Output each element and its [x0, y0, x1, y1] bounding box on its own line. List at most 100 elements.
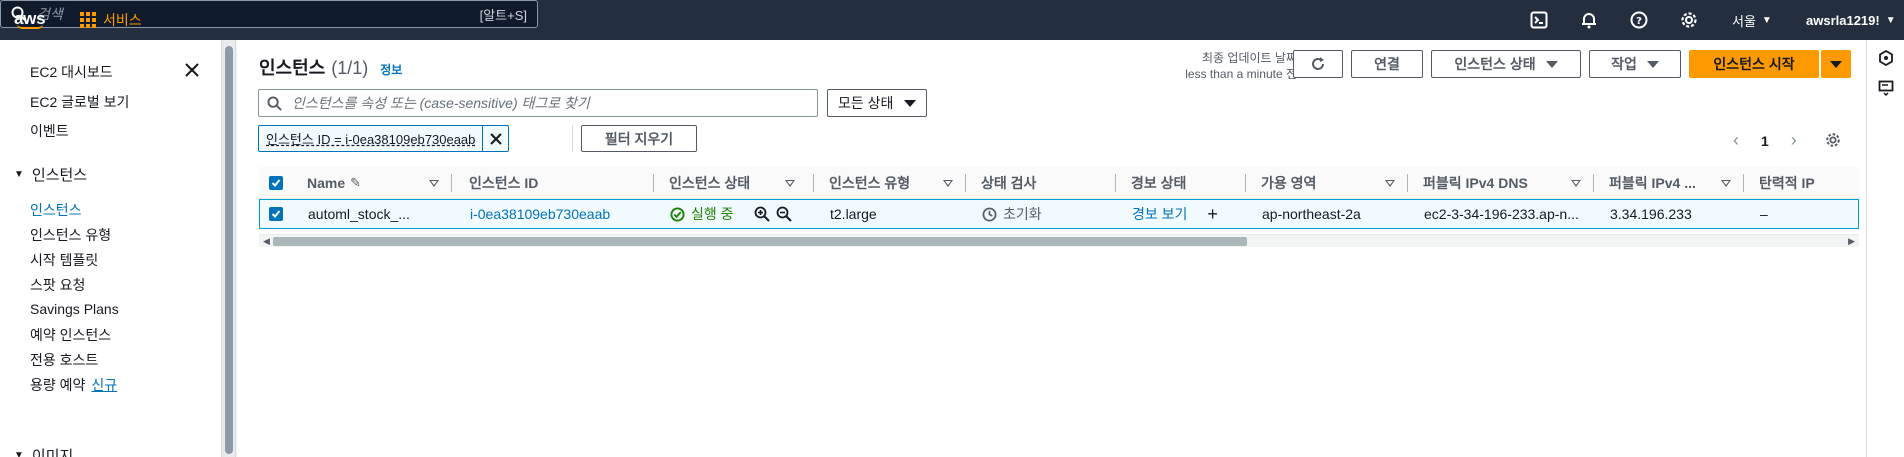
launch-instances-button[interactable]: 인스턴스 시작: [1689, 50, 1819, 78]
sidebar-item-label: 용량 예약: [30, 377, 86, 393]
info-panel-button[interactable]: [1878, 49, 1894, 69]
region-label: 서울: [1732, 13, 1756, 29]
column-separator: [813, 174, 814, 192]
plus-icon[interactable]: +: [1207, 204, 1218, 225]
page-number[interactable]: 1: [1761, 133, 1769, 149]
cell-alarm-status: 경보 보기 +: [1132, 200, 1218, 228]
sidebar-item-dedicated-hosts[interactable]: 전용 호스트: [30, 350, 98, 370]
instance-state-label: 인스턴스 상태: [1454, 56, 1536, 72]
launch-instances-dropdown[interactable]: [1821, 50, 1851, 78]
sidebar-item-instances[interactable]: 인스턴스: [30, 200, 82, 220]
cell-public-dns: ec2-3-34-196-233.ap-n...: [1424, 206, 1579, 222]
column-header-status-check[interactable]: 상태 검사: [981, 167, 1111, 199]
table-row[interactable]: automl_stock_... i-0ea38109eb730eaab 실행 …: [259, 199, 1859, 229]
state-filter-select[interactable]: 모든 상태: [827, 89, 927, 117]
sidebar-item-reserved-instances[interactable]: 예약 인스턴스: [30, 325, 111, 345]
cell-instance-id-link[interactable]: i-0ea38109eb730eaab: [470, 200, 610, 228]
column-header-instance-id[interactable]: 인스턴스 ID: [469, 167, 629, 199]
caret-down-icon: ▼: [1761, 14, 1772, 26]
connect-button[interactable]: 연결: [1351, 50, 1423, 78]
sidebar-item-instance-types[interactable]: 인스턴스 유형: [30, 225, 111, 245]
header-label: 퍼블릭 IPv4 DNS: [1423, 175, 1528, 191]
sidebar-item-ec2-dashboard[interactable]: EC2 대시보드: [30, 62, 113, 82]
sort-icon: [1571, 179, 1581, 187]
instance-filter-input[interactable]: 인스턴스를 속성 또는 (case-sensitive) 태그로 찾기: [258, 89, 818, 117]
cell-availability-zone: ap-northeast-2a: [1262, 206, 1361, 222]
table-horizontal-scrollbar[interactable]: ◀ ▶: [259, 234, 1859, 247]
cell-instance-type: t2.large: [830, 206, 877, 222]
cell-elastic-ip: –: [1760, 206, 1768, 222]
column-header-alarm-status[interactable]: 경보 상태: [1131, 167, 1241, 199]
refresh-button[interactable]: [1293, 50, 1343, 78]
services-menu[interactable]: 서비스: [80, 0, 142, 40]
sidebar-item-capacity-reservations[interactable]: 용량 예약 신규: [30, 375, 117, 395]
remove-filter-button[interactable]: [482, 126, 508, 151]
select-all-checkbox[interactable]: [259, 167, 293, 199]
settings-button[interactable]: [1680, 0, 1698, 40]
caret-down-icon: [1545, 60, 1558, 68]
column-header-public-ip[interactable]: 퍼블릭 IPv4 ...: [1609, 167, 1739, 199]
clear-filters-button[interactable]: 필터 지우기: [581, 125, 697, 152]
notifications-button[interactable]: [1580, 0, 1598, 40]
sidebar-section-instances[interactable]: ▼ 인스턴스: [14, 164, 87, 185]
terminal-icon: [1530, 11, 1548, 29]
column-header-availability-zone[interactable]: 가용 영역: [1261, 167, 1403, 199]
filter-token[interactable]: 인스턴스 ID = i-0ea38109eb730eaab: [258, 125, 510, 152]
instance-state-button[interactable]: 인스턴스 상태: [1431, 50, 1581, 78]
actions-label: 작업: [1611, 56, 1637, 72]
caret-down-icon: ▼: [14, 169, 24, 180]
sort-icon: [429, 179, 439, 187]
actions-button[interactable]: 작업: [1589, 50, 1681, 78]
sidebar-section-label: 인스턴스: [31, 167, 88, 184]
close-sidebar-button[interactable]: [182, 60, 202, 80]
sidebar-item-events[interactable]: 이벤트: [30, 121, 69, 141]
filter-token-label[interactable]: 인스턴스 ID = i-0ea38109eb730eaab: [259, 126, 482, 151]
account-menu[interactable]: awsrla1219! ▼: [1806, 0, 1896, 40]
column-separator: [965, 174, 966, 192]
sidebar-item-launch-templates[interactable]: 시작 템플릿: [30, 250, 98, 270]
sidebar-item-spot-requests[interactable]: 스팟 요청: [30, 275, 85, 295]
column-header-instance-state[interactable]: 인스턴스 상태: [669, 167, 803, 199]
chevron-right-icon[interactable]: ›: [1791, 130, 1797, 151]
last-updated: 최종 업데이트 날짜 less than a minute 전: [1157, 50, 1297, 82]
column-header-public-dns[interactable]: 퍼블릭 IPv4 DNS: [1423, 167, 1589, 199]
bell-icon: [1582, 13, 1596, 29]
zoom-out-icon[interactable]: [776, 206, 792, 222]
scrollbar-thumb[interactable]: [225, 46, 233, 454]
sidebar-item-ec2-global-view[interactable]: EC2 글로벌 보기: [30, 92, 129, 112]
feedback-panel-button[interactable]: [1878, 80, 1894, 99]
column-header-instance-type[interactable]: 인스턴스 유형: [829, 167, 961, 199]
scroll-right-icon[interactable]: ▶: [1848, 235, 1855, 248]
cell-instance-state: 실행 중: [670, 200, 792, 228]
table-header: Name ✎ 인스턴스 ID 인스턴스 상태 인스턴스 유형 상태 검사 경보 …: [259, 167, 1859, 199]
zoom-in-icon[interactable]: [754, 206, 770, 222]
sidebar-scrollbar[interactable]: [222, 40, 236, 457]
hexagon-info-icon: [1879, 49, 1893, 67]
aws-logo[interactable]: aws: [14, 0, 46, 40]
sidebar-section-images[interactable]: ▼ 이미지: [14, 445, 73, 457]
chevron-left-icon[interactable]: ‹: [1733, 130, 1739, 151]
info-link[interactable]: 정보: [380, 61, 402, 78]
help-button[interactable]: ?: [1630, 0, 1648, 40]
grid-icon: [80, 12, 96, 28]
pagination: ‹ 1 ›: [1733, 130, 1797, 151]
last-updated-label: 최종 업데이트 날짜: [1202, 51, 1297, 65]
column-separator: [451, 174, 452, 192]
cloudshell-button[interactable]: [1530, 0, 1548, 40]
region-selector[interactable]: 서울 ▼: [1732, 0, 1772, 40]
header-label: 퍼블릭 IPv4 ...: [1609, 175, 1696, 191]
sidebar-section-label: 이미지: [31, 448, 74, 457]
scrollbar-thumb[interactable]: [273, 237, 1247, 246]
new-badge: 신규: [91, 377, 118, 393]
sidebar: EC2 대시보드 EC2 글로벌 보기 이벤트 ▼ 인스턴스 인스턴스 인스턴스…: [0, 40, 222, 457]
row-checkbox[interactable]: [260, 200, 292, 228]
column-header-name[interactable]: Name ✎: [307, 167, 447, 199]
scroll-left-icon[interactable]: ◀: [263, 235, 270, 248]
table-preferences-button[interactable]: [1825, 132, 1841, 151]
screen-feedback-icon: [1878, 80, 1894, 97]
view-alarms-link[interactable]: 경보 보기: [1132, 204, 1187, 224]
sidebar-item-savings-plans[interactable]: Savings Plans: [30, 301, 119, 317]
column-header-elastic-ip[interactable]: 탄력적 IP: [1759, 167, 1855, 199]
header-label: Name: [307, 175, 346, 191]
svg-text:?: ?: [1636, 16, 1642, 27]
